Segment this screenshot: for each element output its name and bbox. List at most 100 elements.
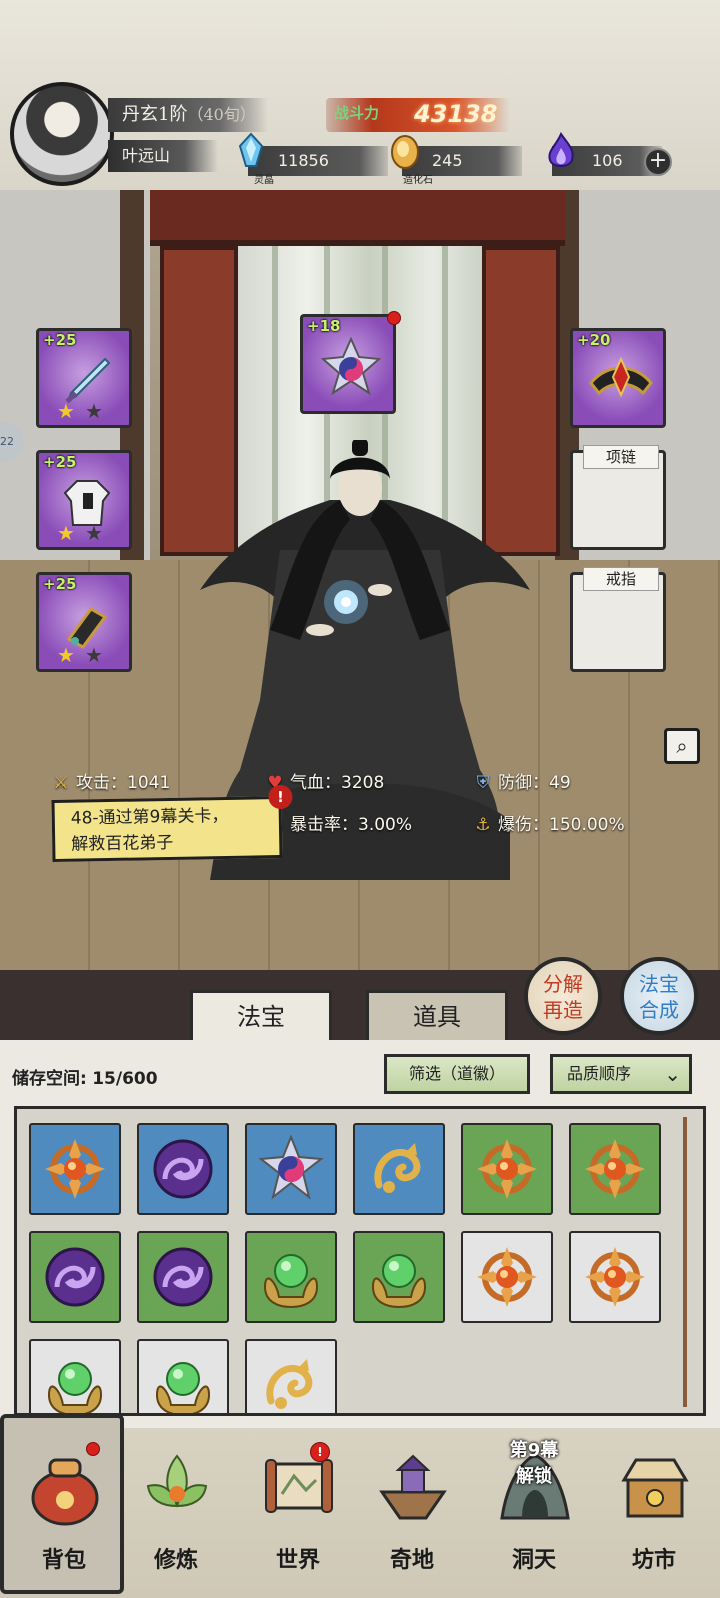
sun-disc-icon xyxy=(477,1247,537,1307)
star-filled-icon: ★ xyxy=(57,643,75,667)
anchor-icon: ⚓ xyxy=(475,815,491,835)
nav-label: 坊市 xyxy=(631,1547,676,1573)
sun-disc-icon xyxy=(45,1139,105,1199)
nav-label: 背包 xyxy=(41,1547,86,1573)
realm-badge: 丹玄1阶（40旬） xyxy=(108,98,268,132)
nav-label: 修炼 xyxy=(153,1547,198,1573)
purple-flame-icon xyxy=(548,132,574,167)
star-filled-icon: ★ xyxy=(57,521,75,545)
inspect-magnifier-button[interactable]: ⌕ xyxy=(664,728,700,764)
sort-label: 品质顺序 xyxy=(567,1064,632,1083)
sun-disc-icon xyxy=(585,1139,645,1199)
stat-defense: ⛨ 防御：49 xyxy=(472,768,571,793)
tab-treasure[interactable]: 法宝 xyxy=(190,990,332,1040)
combat-power-label: 战斗力 xyxy=(334,104,380,122)
resource-value: 11856 xyxy=(278,151,329,170)
floating-island-icon xyxy=(379,1454,447,1520)
nav-market[interactable]: 坊市 xyxy=(604,1438,704,1588)
inventory-slot[interactable] xyxy=(29,1339,121,1413)
jade-orb-icon xyxy=(155,1362,211,1413)
inventory-slot[interactable] xyxy=(29,1231,121,1323)
nav-world[interactable]: ! 世界 xyxy=(248,1438,348,1588)
equip-slot-robe[interactable]: +25 ★ ★ xyxy=(36,450,132,550)
lotus-icon xyxy=(146,1454,208,1508)
stat-defense-text: 防御：49 xyxy=(498,773,571,793)
stat-hp-text: 气血：3208 xyxy=(290,773,385,793)
inventory-slot[interactable] xyxy=(137,1231,229,1323)
sort-dropdown[interactable]: 品质顺序 ⌄ xyxy=(550,1054,692,1094)
inventory-slot[interactable] xyxy=(461,1231,553,1323)
equip-slot-bracer[interactable]: +25 ★ ★ xyxy=(36,572,132,672)
inventory-slot[interactable] xyxy=(569,1123,661,1215)
tab-bar xyxy=(0,970,720,1040)
combat-power-value: 43138 xyxy=(414,100,498,128)
storage-value: 15/600 xyxy=(92,1069,158,1089)
tab-items[interactable]: 道具 xyxy=(366,990,508,1040)
equip-level: +18 xyxy=(307,317,341,335)
equip-level: +20 xyxy=(577,331,611,349)
inventory-slot[interactable] xyxy=(137,1339,229,1413)
player-name: 叶远山 xyxy=(108,140,218,172)
stat-attack: ⚔ 攻击：1041 xyxy=(50,768,170,793)
sun-disc-icon xyxy=(585,1247,645,1307)
stat-crit-rate: 暴击率：3.00% xyxy=(290,810,412,835)
equip-slot-weapon[interactable]: +25 ★ ★ xyxy=(36,328,132,428)
inventory-slot[interactable] xyxy=(569,1231,661,1323)
nav-label: 世界 xyxy=(275,1547,320,1573)
equip-slot-crown[interactable]: +20 xyxy=(570,328,666,428)
quest-line-1: 48-通过第9幕关卡， xyxy=(70,805,229,829)
treasure-synthesis-button[interactable]: 法宝 合成 xyxy=(620,957,698,1035)
nav-bag[interactable]: 背包 xyxy=(14,1438,114,1588)
purple-swirl-icon xyxy=(153,1139,213,1199)
star-empty-icon: ★ xyxy=(85,521,103,545)
inventory-scrollbar[interactable] xyxy=(683,1117,687,1407)
equip-slot-necklace[interactable]: 项链 xyxy=(570,445,666,550)
equip-slot-ring[interactable]: 戒指 xyxy=(570,567,666,672)
world-alert-badge: ! xyxy=(310,1442,330,1462)
quest-tracker[interactable]: 48-通过第9幕关卡， 解救百花弟子 ! xyxy=(51,784,293,863)
nav-secret-land[interactable]: 奇地 xyxy=(362,1438,462,1588)
stat-attack-text: 攻击：1041 xyxy=(76,773,171,793)
ring-slot-label: 戒指 xyxy=(583,567,659,591)
inventory-slot[interactable] xyxy=(245,1339,337,1413)
filter-button[interactable]: 筛选（道徽） xyxy=(384,1054,530,1094)
nav-cultivate[interactable]: 修炼 xyxy=(126,1438,226,1588)
jade-orb-icon xyxy=(371,1254,427,1309)
inventory-slot[interactable] xyxy=(29,1123,121,1215)
bag-icon xyxy=(31,1458,99,1526)
nav-label: 洞天 xyxy=(511,1547,556,1573)
character-scene: 22 +25 ★ ★ +25 ★ ★ +25 ★ ★ +18 +20 项链 戒指… xyxy=(0,190,720,990)
inventory-slot[interactable] xyxy=(353,1123,445,1215)
decompose-remake-button[interactable]: 分解 再造 xyxy=(524,957,602,1035)
star-filled-icon: ★ xyxy=(57,399,75,423)
stat-crit-rate-text: 暴击率：3.00% xyxy=(290,815,413,835)
player-avatar[interactable] xyxy=(10,82,114,186)
inventory-slot[interactable] xyxy=(245,1123,337,1215)
golden-dragon-icon xyxy=(374,1143,421,1193)
golden-dragon-icon xyxy=(266,1359,313,1409)
bottom-nav: 背包 修炼 ! 世界 奇地 第9幕 解锁 洞天 坊市 xyxy=(0,1414,720,1598)
star-empty-icon: ★ xyxy=(85,643,103,667)
top-bar: 丹玄1阶（40旬） 叶远山 战斗力 43138 灵晶 11856 造化石 245… xyxy=(0,0,720,190)
inventory-grid xyxy=(14,1106,706,1416)
realm-age: （40旬） xyxy=(187,105,256,124)
storage-label: 储存空间: xyxy=(12,1069,87,1089)
synthesis-line-1: 法宝 xyxy=(639,972,679,996)
inventory-slot[interactable] xyxy=(245,1231,337,1323)
unlock-line-1: 第9幕 xyxy=(509,1440,559,1461)
equip-slot-treasure[interactable]: +18 xyxy=(300,311,401,414)
inventory-slot[interactable] xyxy=(137,1123,229,1215)
inventory-slot[interactable] xyxy=(353,1231,445,1323)
combat-power: 战斗力 43138 xyxy=(326,98,510,132)
decompose-line-1: 分解 xyxy=(543,972,583,996)
quest-line-2: 解救百花弟子 xyxy=(71,832,174,855)
inventory-slot[interactable] xyxy=(461,1123,553,1215)
nav-cave-heaven[interactable]: 第9幕 解锁 洞天 xyxy=(484,1438,584,1588)
sword-icon: ⚔ xyxy=(53,773,69,793)
purple-swirl-icon xyxy=(153,1247,213,1307)
jade-orb-icon xyxy=(47,1362,103,1413)
synthesis-line-2: 合成 xyxy=(639,998,679,1022)
stat-crit-damage: ⚓ 爆伤：150.00% xyxy=(472,810,624,835)
door-beam xyxy=(150,190,565,246)
add-resource-button[interactable]: + xyxy=(644,148,672,176)
